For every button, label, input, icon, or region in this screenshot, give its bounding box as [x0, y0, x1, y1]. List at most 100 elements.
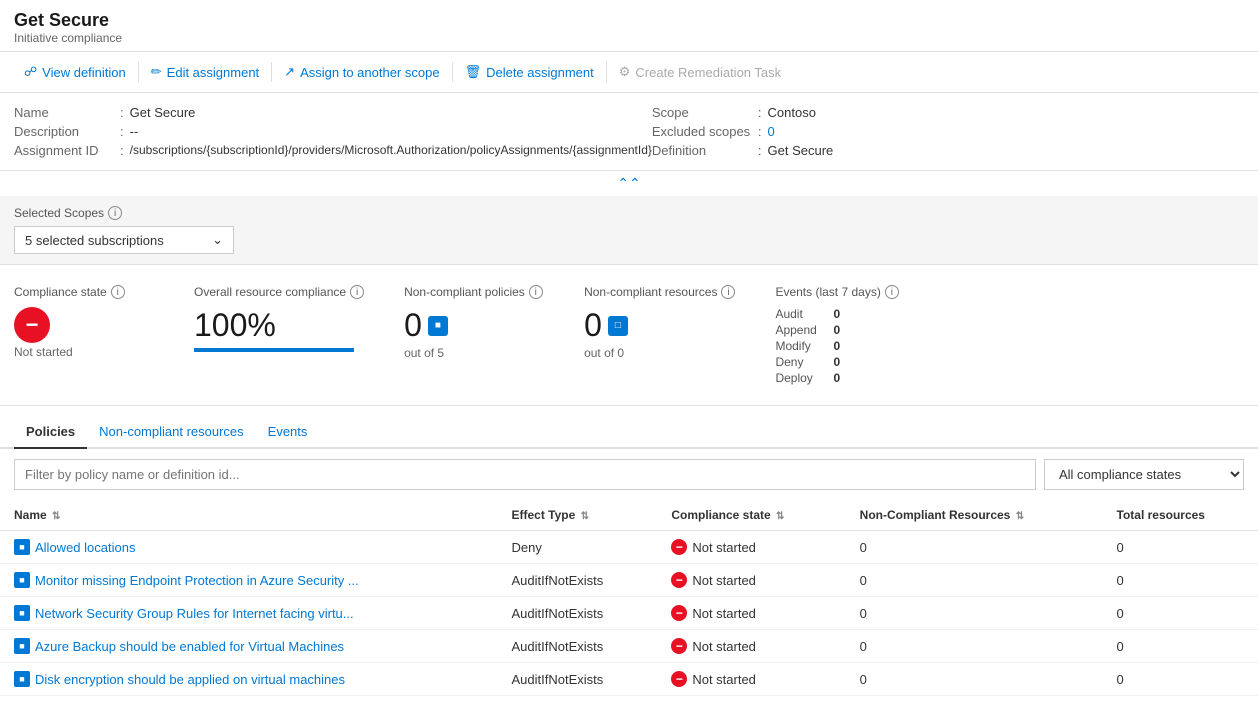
col-name: Name ⇅ — [0, 500, 497, 531]
non-compliant-resources-sub: out of 0 — [584, 346, 624, 360]
table-row: ■ Azure Backup should be enabled for Vir… — [0, 630, 1258, 663]
table-header-row: Name ⇅ Effect Type ⇅ Compliance state ⇅ … — [0, 500, 1258, 531]
compliance-badge-1: − Not started — [671, 572, 831, 588]
search-input[interactable] — [14, 459, 1036, 490]
tabs: Policies Non-compliant resources Events — [0, 416, 1258, 449]
assignment-id-value: /subscriptions/{subscriptionId}/provider… — [130, 143, 652, 157]
page-header: Get Secure Initiative compliance — [0, 0, 1258, 52]
name-sort-icon[interactable]: ⇅ — [52, 511, 60, 522]
delete-icon: 🗑 — [465, 64, 482, 80]
edit-assignment-button[interactable]: ✏ Edit assignment — [141, 60, 269, 84]
meta-excluded-scopes-row: Excluded scopes : 0 — [652, 122, 1244, 141]
table-row: ■ Network Security Group Rules for Inter… — [0, 597, 1258, 630]
cell-effect-0: Deny — [497, 531, 657, 564]
policy-link-2[interactable]: ■ Network Security Group Rules for Inter… — [14, 605, 483, 621]
policy-icon-3: ■ — [14, 638, 30, 654]
events-info-icon[interactable]: i — [885, 285, 899, 299]
view-definition-button[interactable]: ☍ View definition — [14, 60, 136, 84]
policy-icon-1: ■ — [14, 572, 30, 588]
events-metric: Events (last 7 days) i Audit 0 Append 0 … — [775, 285, 915, 385]
cell-effect-4: AuditIfNotExists — [497, 663, 657, 696]
remediation-icon: ⚙ — [619, 64, 631, 80]
page-subtitle: Initiative compliance — [14, 31, 1244, 45]
policy-resource-icon: ■ — [428, 316, 448, 336]
non-compliant-resources-value: 0 □ — [584, 307, 628, 344]
edit-icon: ✏ — [151, 64, 162, 80]
cell-compliance-0: − Not started — [657, 531, 845, 564]
create-remediation-button[interactable]: ⚙ Create Remediation Task — [609, 60, 791, 84]
compliance-badge-0: − Not started — [671, 539, 831, 555]
col-non-compliant: Non-Compliant Resources ⇅ — [846, 500, 1103, 531]
event-deny: Deny 0 — [775, 355, 840, 369]
compliance-sort-icon[interactable]: ⇅ — [776, 511, 784, 522]
table-row: ■ Allowed locations Deny − Not started 0… — [0, 531, 1258, 564]
cell-effect-1: AuditIfNotExists — [497, 564, 657, 597]
policy-link-4[interactable]: ■ Disk encryption should be applied on v… — [14, 671, 483, 687]
policy-link-3[interactable]: ■ Azure Backup should be enabled for Vir… — [14, 638, 483, 654]
compliance-state-value: Not started — [14, 345, 73, 359]
non-compliant-policies-sub: out of 5 — [404, 346, 444, 360]
event-audit: Audit 0 — [775, 307, 840, 321]
non-compliant-policies-metric: Non-compliant policies i 0 ■ out of 5 — [404, 285, 544, 360]
assign-to-scope-button[interactable]: ↗ Assign to another scope — [274, 60, 449, 84]
non-compliant-sort-icon[interactable]: ⇅ — [1016, 511, 1024, 522]
scopes-section: Selected Scopes i 5 selected subscriptio… — [0, 196, 1258, 265]
compliance-dot-3: − — [671, 638, 687, 654]
delete-assignment-button[interactable]: 🗑 Delete assignment — [455, 60, 604, 84]
toolbar-divider-4 — [606, 62, 607, 82]
metrics-section: Compliance state i − Not started Overall… — [0, 265, 1258, 406]
table-row: ■ Disk encryption should be applied on v… — [0, 663, 1258, 696]
scopes-info-icon[interactable]: i — [108, 206, 122, 220]
name-value: Get Secure — [130, 105, 196, 120]
policy-link-1[interactable]: ■ Monitor missing Endpoint Protection in… — [14, 572, 483, 588]
tab-non-compliant-resources[interactable]: Non-compliant resources — [87, 416, 256, 449]
non-compliant-resources-title: Non-compliant resources i — [584, 285, 735, 299]
compliance-badge-2: − Not started — [671, 605, 831, 621]
scopes-label: Selected Scopes i — [14, 206, 1244, 220]
scopes-dropdown[interactable]: 5 selected subscriptions ⌄ — [14, 226, 234, 254]
non-compliant-policies-info-icon[interactable]: i — [529, 285, 543, 299]
toolbar-divider-2 — [271, 62, 272, 82]
event-append: Append 0 — [775, 323, 840, 337]
toolbar: ☍ View definition ✏ Edit assignment ↗ As… — [0, 52, 1258, 93]
overall-resource-metric: Overall resource compliance i 100% — [194, 285, 364, 352]
cell-compliance-2: − Not started — [657, 597, 845, 630]
assignment-id-label: Assignment ID — [14, 143, 114, 158]
excluded-scopes-value[interactable]: 0 — [768, 124, 775, 139]
compliance-filter[interactable]: All compliance states — [1044, 459, 1244, 490]
overall-resource-info-icon[interactable]: i — [350, 285, 364, 299]
collapse-button[interactable]: ⌃⌃ — [0, 171, 1258, 196]
resource-icon: □ — [608, 316, 628, 336]
chevron-down-icon: ⌄ — [212, 232, 223, 248]
cell-name-0: ■ Allowed locations — [0, 531, 497, 564]
compliance-state-info-icon[interactable]: i — [111, 285, 125, 299]
definition-value: Get Secure — [768, 143, 834, 158]
policies-table: Name ⇅ Effect Type ⇅ Compliance state ⇅ … — [0, 500, 1258, 696]
cell-non-compliant-2: 0 — [846, 597, 1103, 630]
non-compliant-resources-info-icon[interactable]: i — [721, 285, 735, 299]
name-label: Name — [14, 105, 114, 120]
meta-scope-row: Scope : Contoso — [652, 103, 1244, 122]
overall-resource-title: Overall resource compliance i — [194, 285, 364, 299]
cell-non-compliant-4: 0 — [846, 663, 1103, 696]
toolbar-divider-3 — [452, 62, 453, 82]
cell-name-2: ■ Network Security Group Rules for Inter… — [0, 597, 497, 630]
compliance-state-title: Compliance state i — [14, 285, 125, 299]
compliance-badge-3: − Not started — [671, 638, 831, 654]
cell-compliance-1: − Not started — [657, 564, 845, 597]
cell-total-3: 0 — [1103, 630, 1258, 663]
meta-description-row: Description : -- — [14, 122, 652, 141]
cell-non-compliant-1: 0 — [846, 564, 1103, 597]
policy-link-0[interactable]: ■ Allowed locations — [14, 539, 483, 555]
table-row: ■ Monitor missing Endpoint Protection in… — [0, 564, 1258, 597]
event-modify: Modify 0 — [775, 339, 840, 353]
not-started-icon: − — [14, 307, 50, 343]
tab-events[interactable]: Events — [256, 416, 320, 449]
tab-policies[interactable]: Policies — [14, 416, 87, 449]
effect-sort-icon[interactable]: ⇅ — [581, 511, 589, 522]
scope-value: Contoso — [768, 105, 816, 120]
cell-total-0: 0 — [1103, 531, 1258, 564]
events-list: Audit 0 Append 0 Modify 0 Deny 0 Deploy … — [775, 307, 840, 385]
assign-icon: ↗ — [284, 64, 295, 80]
description-value: -- — [130, 124, 139, 139]
